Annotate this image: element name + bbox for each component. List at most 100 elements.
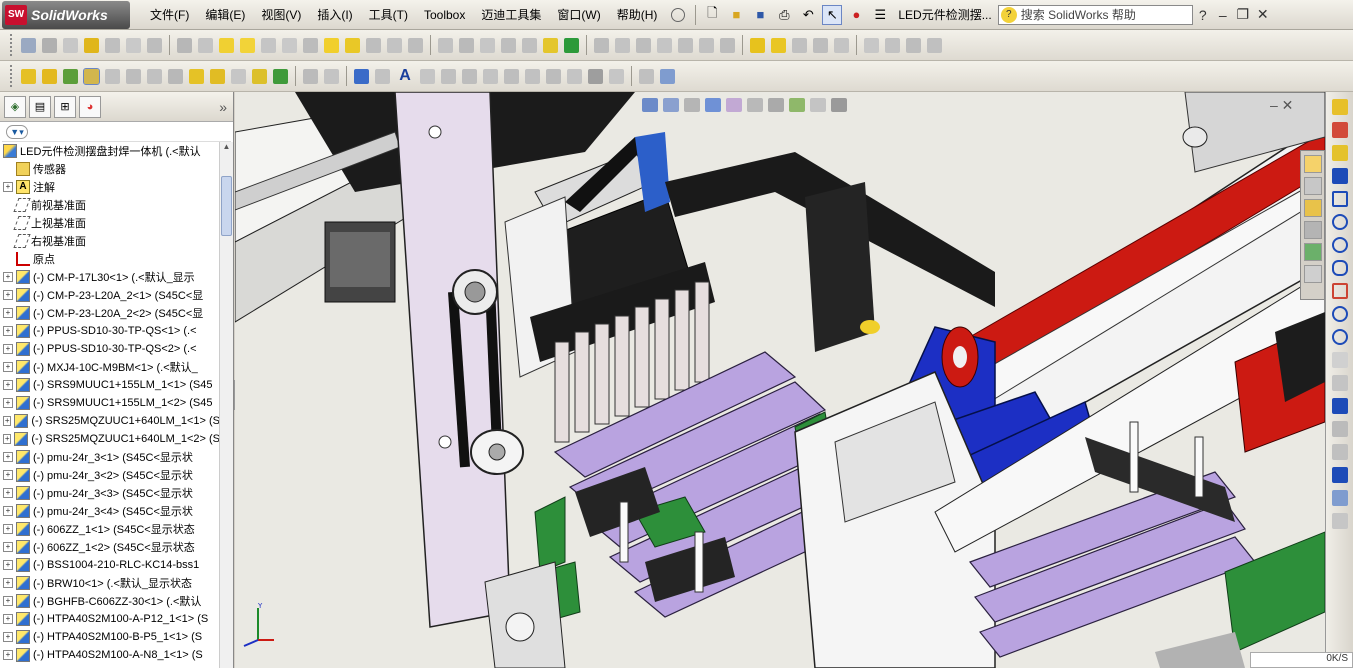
plane-tool-icon[interactable] (636, 37, 651, 53)
routing-icon[interactable] (438, 37, 453, 53)
menu-maidi-tools[interactable]: 迈迪工具集 (473, 3, 549, 27)
tree-component-row[interactable]: + (-) PPUS-SD10-30-TP-QS<1> (.< (0, 322, 220, 340)
maidi-tool-2-icon[interactable] (42, 68, 57, 84)
tree-feature-row[interactable]: 原点 (0, 250, 220, 268)
tree-component-row[interactable]: + (-) PPUS-SD10-30-TP-QS<2> (.< (0, 340, 220, 358)
sensor-tool-icon[interactable] (408, 37, 423, 53)
expand-plus-icon[interactable]: + (3, 398, 13, 408)
expand-plus-icon[interactable]: + (3, 344, 13, 354)
axis-tool-icon[interactable] (657, 37, 672, 53)
tree-component-row[interactable]: + (-) HTPA40S2M100-A-P12_1<1> (S (0, 610, 220, 628)
display-style-hud-icon[interactable] (747, 98, 763, 112)
tree-feature-row[interactable]: 前视基准面 (0, 196, 220, 214)
maidi-tool-1-icon[interactable] (21, 68, 36, 84)
table-icon[interactable] (660, 68, 675, 84)
tree-feature-row[interactable]: + A 注解 (0, 178, 220, 196)
maidi-tool-13-icon[interactable] (273, 68, 288, 84)
point-tool-icon[interactable] (678, 37, 693, 53)
zoom-area-icon[interactable] (906, 37, 921, 53)
menu-edit[interactable]: 编辑(E) (197, 3, 253, 27)
block-icon[interactable] (609, 68, 624, 84)
fillet-icon[interactable] (720, 37, 735, 53)
edit-appearance-icon[interactable] (789, 98, 805, 112)
appearances-tab-icon[interactable] (1304, 243, 1322, 261)
large-design-review-icon[interactable] (387, 37, 402, 53)
expand-plus-icon[interactable]: + (3, 308, 13, 318)
solidworks-logo[interactable]: SW SolidWorks (2, 0, 130, 29)
resources-tab-icon[interactable] (1304, 155, 1322, 173)
tree-component-row[interactable]: + (-) 606ZZ_1<2> (S45C<显示状态 (0, 538, 220, 556)
save-icon[interactable]: ■ (750, 5, 770, 25)
grid-icon[interactable] (1332, 490, 1348, 506)
polygon-icon[interactable] (1332, 260, 1348, 276)
tree-component-row[interactable]: + (-) SRS25MQZUUC1+640LM_1<1> (S (0, 412, 220, 430)
tree-scrollbar[interactable]: ▲ (219, 142, 233, 668)
reference-geometry-icon[interactable] (594, 37, 609, 53)
help-search-input[interactable]: ? 搜索 SolidWorks 帮助 (997, 4, 1193, 25)
spline-icon[interactable] (1332, 306, 1348, 322)
instant3d-icon[interactable] (366, 37, 381, 53)
assembly-feature-icon[interactable] (219, 37, 234, 53)
graphics-area[interactable] (235, 92, 1325, 668)
maidi-tool-11-icon[interactable] (231, 68, 246, 84)
geometric-tolerance-icon[interactable] (525, 68, 540, 84)
select-arrow-icon[interactable]: ↖ (822, 4, 843, 25)
curves-icon[interactable] (615, 37, 630, 53)
explode-view-icon[interactable] (126, 37, 141, 53)
display-manager-tab[interactable]: ◕ (79, 95, 101, 118)
property-manager-tab[interactable]: ▤ (29, 95, 51, 118)
insert-component-icon[interactable] (21, 37, 36, 53)
note-text-icon[interactable]: A (395, 66, 415, 86)
apply-scene-icon[interactable] (810, 98, 826, 112)
viewport-window-controls[interactable]: – ✕ (1270, 97, 1293, 114)
expand-plus-icon[interactable]: + (3, 650, 13, 660)
hide-show-icon[interactable] (84, 37, 99, 53)
expand-plus-icon[interactable]: + (3, 326, 13, 336)
menu-view[interactable]: 视图(V) (253, 3, 309, 27)
expand-plus-icon[interactable]: + (3, 578, 13, 588)
pattern-icon[interactable] (198, 37, 213, 53)
point-sketch-icon[interactable] (1332, 421, 1348, 437)
view-orientation-icon[interactable] (864, 37, 879, 53)
surface-finish-icon[interactable] (483, 68, 498, 84)
undo-icon[interactable]: ↶ (798, 5, 818, 25)
weld-bead-icon[interactable] (261, 37, 276, 53)
tree-component-row[interactable]: + (-) BGHFB-C606ZZ-30<1> (.<默认 (0, 592, 220, 610)
mirror-sketch-icon[interactable] (1332, 513, 1348, 529)
restore-icon[interactable]: ❐ (1233, 6, 1253, 23)
tree-component-row[interactable]: + (-) 606ZZ_1<1> (S45C<显示状态 (0, 520, 220, 538)
center-mark-icon[interactable] (639, 68, 654, 84)
maidi-tool-3-icon[interactable] (63, 68, 78, 84)
line-icon[interactable] (1332, 168, 1348, 184)
expand-plus-icon[interactable]: + (3, 488, 13, 498)
toolbar-grip[interactable] (10, 34, 14, 56)
yellow-feature-2-icon[interactable] (771, 37, 786, 53)
menu-tools[interactable]: 工具(T) (361, 3, 416, 27)
tree-component-row[interactable]: + (-) CM-P-17L30<1> (.<默认_显示 (0, 268, 220, 286)
smart-dimension-icon[interactable] (375, 68, 390, 84)
smart-mates-icon[interactable] (564, 37, 579, 53)
maidi-tool-10-icon[interactable] (210, 68, 225, 84)
surface-icon[interactable] (522, 37, 537, 53)
zoom-fit-icon[interactable] (885, 37, 900, 53)
expand-plus-icon[interactable]: + (3, 416, 12, 426)
file-explorer-tab-icon[interactable] (1304, 199, 1322, 217)
view-palette-tab-icon[interactable] (1304, 221, 1322, 239)
custom-properties-tab-icon[interactable] (1304, 265, 1322, 283)
text-sketch-icon[interactable] (1332, 467, 1348, 483)
feature-manager-tab[interactable]: ◈ (4, 95, 26, 118)
menu-help[interactable]: 帮助(H) (609, 3, 666, 27)
cosmetic-thread-icon[interactable] (699, 37, 714, 53)
expand-plus-icon[interactable]: + (3, 380, 13, 390)
tree-component-row[interactable]: + (-) BRW10<1> (.<默认_显示状态 (0, 574, 220, 592)
minimize-icon[interactable]: – (1213, 7, 1233, 23)
tree-component-row[interactable]: + (-) pmu-24r_3<4> (S45C<显示状 (0, 502, 220, 520)
maidi-tool-5-icon[interactable] (105, 68, 120, 84)
mold-icon[interactable] (501, 37, 516, 53)
view-settings-icon[interactable] (831, 98, 847, 112)
tree-feature-row[interactable]: 右视基准面 (0, 232, 220, 250)
component-pattern-icon[interactable] (324, 37, 339, 53)
spell-check-icon[interactable] (420, 68, 435, 84)
sheetmetal-icon[interactable] (459, 37, 474, 53)
dimension-icon[interactable] (354, 68, 369, 84)
